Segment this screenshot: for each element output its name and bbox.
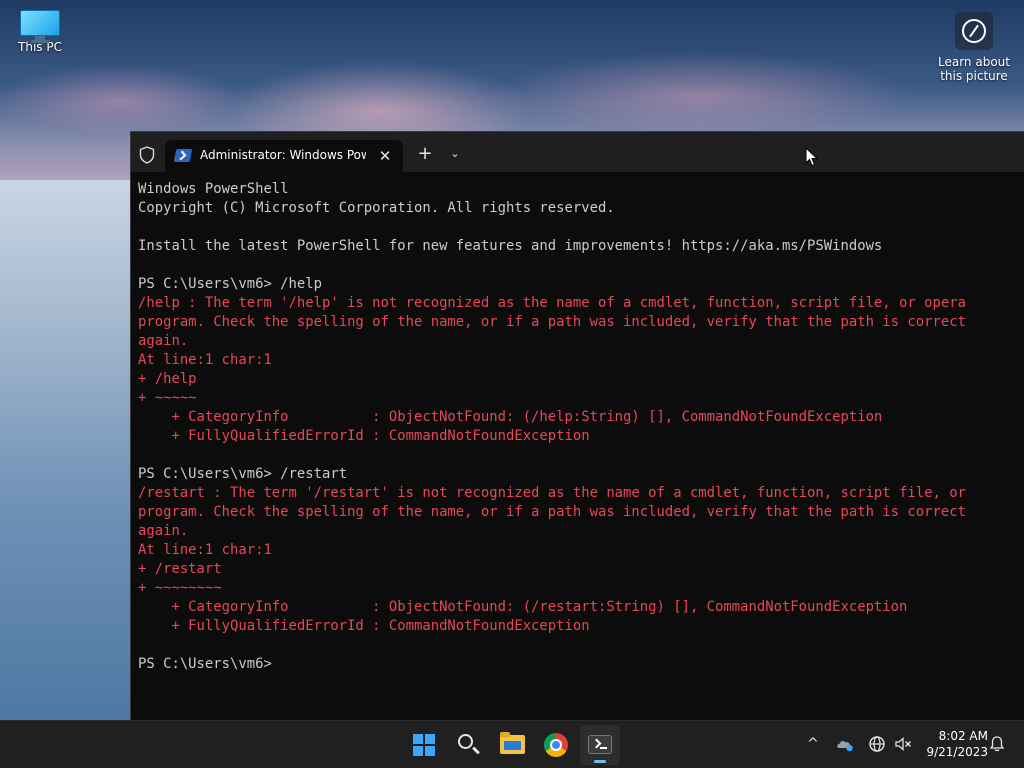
terminal-icon xyxy=(588,735,612,754)
network-globe-icon[interactable] xyxy=(866,733,888,755)
console-line: + /restart xyxy=(138,561,222,577)
console-line: PS C:\Users\vm6> /help xyxy=(138,276,322,292)
powershell-icon xyxy=(173,149,193,162)
console-line: Windows PowerShell xyxy=(138,181,289,197)
console-line: Install the latest PowerShell for new fe… xyxy=(138,238,883,254)
console-line: program. Check the spelling of the name,… xyxy=(138,504,966,520)
console-line: + CategoryInfo : ObjectNotFound: (/resta… xyxy=(138,599,908,615)
console-line: /restart : The term '/restart' is not re… xyxy=(138,485,966,501)
clock-date: 9/21/2023 xyxy=(926,745,988,759)
desktop-icon-this-pc[interactable]: This PC xyxy=(0,10,80,54)
console-line: + ~~~~~ xyxy=(138,390,197,406)
clock[interactable]: 8:02 AM 9/21/2023 xyxy=(918,728,988,762)
active-app-indicator xyxy=(594,760,606,763)
folder-icon xyxy=(500,732,525,754)
console-line: /help : The term '/help' is not recogniz… xyxy=(138,295,966,311)
console-line: Copyright (C) Microsoft Corporation. All… xyxy=(138,200,615,216)
console-line: + CategoryInfo : ObjectNotFound: (/help:… xyxy=(138,409,883,425)
console-line: + FullyQualifiedErrorId : CommandNotFoun… xyxy=(138,428,590,444)
show-hidden-icons-chevron-icon[interactable]: ^ xyxy=(802,733,824,755)
clock-time: 8:02 AM xyxy=(938,729,988,743)
console-output[interactable]: Windows PowerShell Copyright (C) Microsof… xyxy=(138,180,1024,715)
close-tab-icon[interactable]: ✕ xyxy=(375,146,395,166)
computer-icon xyxy=(20,10,60,43)
title-bar[interactable]: Administrator: Windows PowerShell ✕ + ⌄ xyxy=(131,132,1024,172)
notification-bell-icon[interactable] xyxy=(986,733,1008,755)
search-icon xyxy=(458,734,473,749)
search-button[interactable] xyxy=(448,725,488,765)
terminal-window[interactable]: Administrator: Windows PowerShell ✕ + ⌄ … xyxy=(130,131,1024,720)
new-tab-button[interactable]: + xyxy=(415,144,435,164)
volume-muted-icon[interactable] xyxy=(892,733,914,755)
shield-icon xyxy=(139,146,155,164)
desktop-icon-learn-about-picture[interactable]: Learn about this picture xyxy=(934,10,1014,83)
terminal-taskbar-button[interactable] xyxy=(580,725,620,765)
camera-info-icon xyxy=(955,12,993,50)
chevron-down-icon[interactable]: ⌄ xyxy=(445,144,465,164)
chrome-button[interactable] xyxy=(536,725,576,765)
tab-powershell[interactable]: Administrator: Windows PowerShell ✕ xyxy=(165,140,403,172)
onedrive-icon[interactable] xyxy=(834,733,856,755)
console-line: program. Check the spelling of the name,… xyxy=(138,314,966,330)
tab-title: Administrator: Windows PowerShell xyxy=(200,148,366,162)
taskbar: ^ 8:02 AM 9/21/2023 xyxy=(0,720,1024,768)
file-explorer-button[interactable] xyxy=(492,725,532,765)
windows-logo-icon xyxy=(413,734,435,756)
wallpaper-lake xyxy=(0,180,140,720)
console-line: + /help xyxy=(138,371,197,387)
mouse-pointer-icon xyxy=(805,147,819,167)
console-line: PS C:\Users\vm6> xyxy=(138,656,281,672)
console-line: + ~~~~~~~~ xyxy=(138,580,222,596)
console-line: At line:1 char:1 xyxy=(138,542,272,558)
console-line: + FullyQualifiedErrorId : CommandNotFoun… xyxy=(138,618,590,634)
console-line: PS C:\Users\vm6> /restart xyxy=(138,466,348,482)
start-button[interactable] xyxy=(404,725,444,765)
console-line: At line:1 char:1 xyxy=(138,352,272,368)
console-line: again. xyxy=(138,333,189,349)
desktop-icon-label: Learn about this picture xyxy=(938,55,1010,83)
console-line: again. xyxy=(138,523,189,539)
chrome-icon xyxy=(544,733,568,757)
